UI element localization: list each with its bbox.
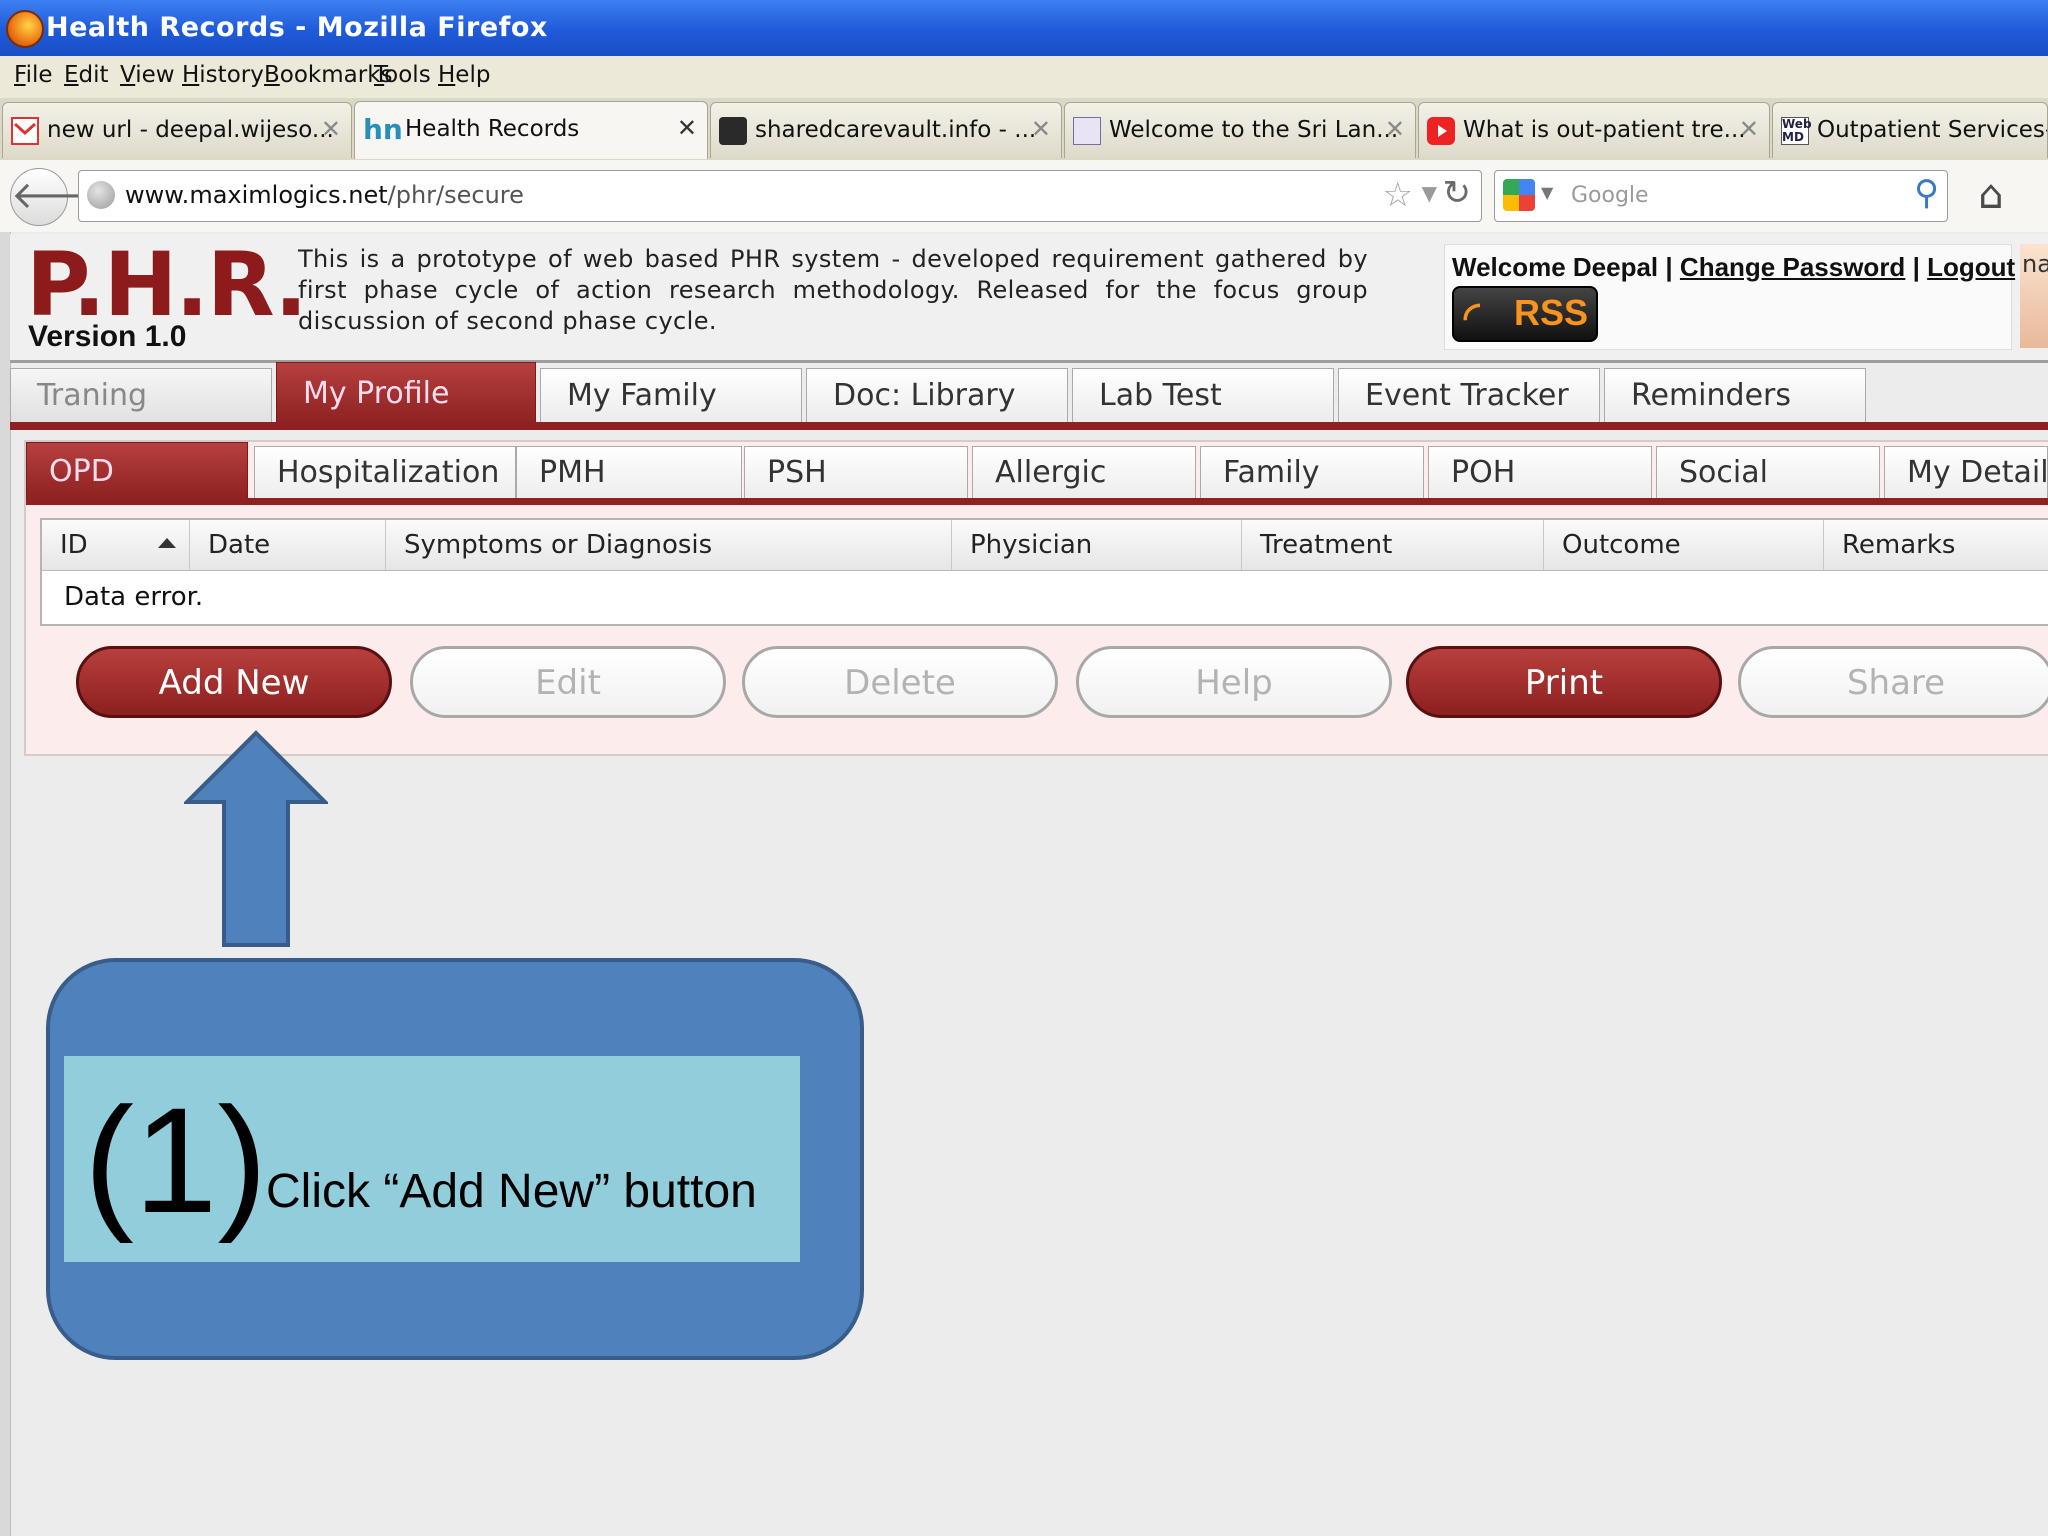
- youtube-icon: [1427, 117, 1455, 145]
- menu-bar: File Edit View History Bookmarks Tools H…: [0, 56, 2048, 99]
- subtab-allergic[interactable]: Allergic: [972, 446, 1196, 498]
- chevron-down-icon[interactable]: ▼: [1541, 183, 1553, 202]
- browser-tab[interactable]: sharedcarevault.info - ... ✕: [710, 102, 1062, 158]
- close-icon[interactable]: ✕: [677, 114, 697, 142]
- menu-history[interactable]: History: [182, 62, 264, 88]
- site-icon: [1073, 117, 1101, 145]
- subtab-my-details[interactable]: My Details: [1884, 446, 2048, 498]
- search-placeholder: Google: [1571, 183, 1649, 208]
- change-password-link[interactable]: Change Password: [1680, 252, 1905, 282]
- browser-tab-active[interactable]: hn Health Records ✕: [354, 101, 708, 159]
- rss-icon: ◜: [1464, 295, 1480, 339]
- menu-tools[interactable]: Tools: [374, 62, 431, 88]
- google-icon[interactable]: [1503, 179, 1535, 211]
- menu-file[interactable]: File: [14, 62, 53, 88]
- tab-label: Health Records: [405, 116, 580, 142]
- search-icon[interactable]: ⚲: [1914, 173, 1939, 213]
- url-path: /phr/secure: [387, 181, 524, 209]
- tab-strip: new url - deepal.wijeso... ✕ hn Health R…: [0, 98, 2048, 161]
- photo-caption: na: [2022, 250, 2048, 278]
- subtab-opd[interactable]: OPD: [26, 442, 248, 500]
- tab-label: What is out-patient tre...: [1463, 117, 1746, 143]
- tab-doc-library[interactable]: Doc: Library: [806, 368, 1068, 424]
- edit-button[interactable]: Edit: [410, 646, 726, 718]
- url-text[interactable]: www.maximlogics.net/phr/secure: [125, 181, 524, 209]
- close-icon[interactable]: ✕: [1739, 115, 1759, 143]
- hn-icon: hn: [363, 113, 403, 146]
- tab-label: new url - deepal.wijeso...: [47, 117, 334, 143]
- column-header-remarks[interactable]: Remarks: [1824, 520, 2048, 570]
- column-header-symptoms[interactable]: Symptoms or Diagnosis: [386, 520, 952, 570]
- bookmark-star-icon[interactable]: ☆: [1383, 175, 1413, 215]
- share-button[interactable]: Share: [1738, 646, 2048, 718]
- column-header-outcome[interactable]: Outcome: [1544, 520, 1824, 570]
- site-icon: [719, 117, 747, 145]
- subtab-psh[interactable]: PSH: [744, 446, 968, 498]
- browser-tab[interactable]: Web MD Outpatient Services-Ir: [1772, 102, 2048, 158]
- tab-my-family[interactable]: My Family: [540, 368, 802, 424]
- app-logo: P.H.R.: [26, 233, 308, 336]
- browser-tab[interactable]: What is out-patient tre... ✕: [1418, 102, 1770, 158]
- navigation-bar: 🡐 www.maximlogics.net/phr/secure ☆ ▼ ↻ ▼…: [0, 160, 2048, 233]
- close-icon[interactable]: ✕: [1031, 115, 1051, 143]
- menu-help[interactable]: Help: [438, 62, 490, 88]
- tab-underline: [10, 422, 2048, 430]
- subtab-family[interactable]: Family: [1200, 446, 1424, 498]
- browser-tab[interactable]: Welcome to the Sri Lan... ✕: [1064, 102, 1416, 158]
- intro-text: This is a prototype of web based PHR sys…: [298, 245, 1368, 335]
- home-icon[interactable]: ⌂: [1966, 172, 2016, 218]
- table-message: Data error.: [64, 582, 204, 612]
- firefox-icon: [6, 10, 44, 48]
- search-bar[interactable]: ▼ Google ⚲: [1494, 170, 1948, 222]
- subtab-social[interactable]: Social: [1656, 446, 1880, 498]
- column-header-date[interactable]: Date: [190, 520, 386, 570]
- window-title: Health Records - Mozilla Firefox: [46, 12, 548, 43]
- step-instruction: Click “Add New” button: [266, 1165, 757, 1218]
- menu-edit[interactable]: Edit: [64, 62, 109, 88]
- url-host: www.maximlogics.net: [125, 181, 388, 209]
- subtab-hospitalization[interactable]: Hospitalization: [254, 446, 516, 498]
- url-bar[interactable]: www.maximlogics.net/phr/secure ☆ ▼ ↻: [78, 170, 1482, 222]
- menu-view[interactable]: View: [120, 62, 175, 88]
- browser-tab[interactable]: new url - deepal.wijeso... ✕: [2, 102, 352, 158]
- globe-icon: [87, 181, 115, 209]
- tab-lab-test[interactable]: Lab Test: [1072, 368, 1334, 424]
- delete-button[interactable]: Delete: [742, 646, 1058, 718]
- tab-label: Outpatient Services-Ir: [1817, 117, 2048, 143]
- step-number: (1): [84, 1076, 268, 1244]
- back-button[interactable]: 🡐: [10, 168, 113, 226]
- separator: |: [1912, 252, 1920, 282]
- tab-label: sharedcarevault.info - ...: [755, 117, 1037, 143]
- print-button[interactable]: Print: [1406, 646, 1722, 718]
- rss-button[interactable]: ◜ RSS: [1452, 286, 1598, 342]
- window-title-bar: Health Records - Mozilla Firefox: [0, 0, 2048, 56]
- column-header-treatment[interactable]: Treatment: [1242, 520, 1544, 570]
- tab-event-tracker[interactable]: Event Tracker: [1338, 368, 1600, 424]
- chevron-down-icon[interactable]: ▼: [1422, 181, 1437, 205]
- user-links: Welcome Deepal | Change Password | Logou…: [1452, 252, 2015, 283]
- reload-icon[interactable]: ↻: [1443, 173, 1472, 213]
- tab-training[interactable]: Traning: [10, 368, 272, 424]
- sort-ascending-icon[interactable]: [158, 538, 176, 548]
- rss-label: RSS: [1514, 292, 1589, 333]
- app-version: Version 1.0: [28, 320, 187, 353]
- separator: |: [1665, 252, 1673, 282]
- add-new-button[interactable]: Add New: [76, 646, 392, 718]
- subtab-poh[interactable]: POH: [1428, 446, 1652, 498]
- close-icon[interactable]: ✕: [1385, 115, 1405, 143]
- arrow-up-icon: [184, 730, 328, 947]
- gmail-icon: [11, 117, 39, 145]
- help-button[interactable]: Help: [1076, 646, 1392, 718]
- column-header-physician[interactable]: Physician: [952, 520, 1242, 570]
- subtab-underline: [26, 498, 2048, 505]
- webmd-icon: Web MD: [1781, 117, 1812, 145]
- subtab-pmh[interactable]: PMH: [516, 446, 742, 498]
- tab-my-profile[interactable]: My Profile: [276, 362, 536, 424]
- tab-label: Welcome to the Sri Lan...: [1109, 117, 1399, 143]
- welcome-text: Welcome Deepal: [1452, 252, 1659, 282]
- logout-link[interactable]: Logout: [1927, 252, 2015, 282]
- tab-reminders[interactable]: Reminders: [1604, 368, 1866, 424]
- close-icon[interactable]: ✕: [321, 115, 341, 143]
